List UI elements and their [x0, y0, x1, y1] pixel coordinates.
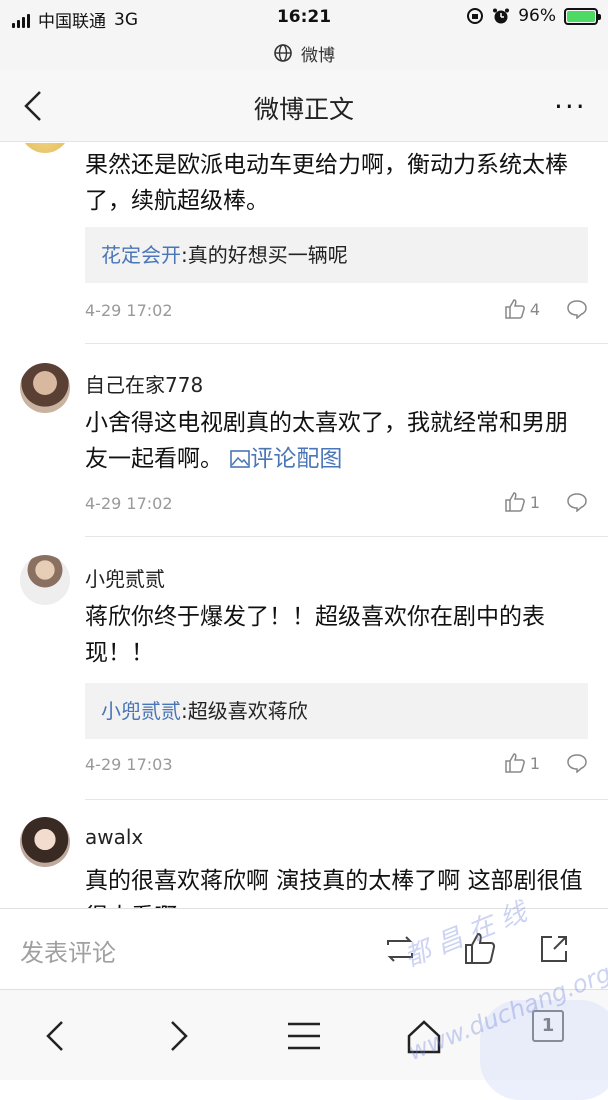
- globe-icon: [274, 44, 292, 62]
- like-count: 1: [529, 753, 540, 773]
- quote-username[interactable]: 花定会开: [101, 243, 181, 267]
- like-button[interactable]: 1: [504, 492, 540, 512]
- divider: [85, 799, 608, 800]
- browser-back-icon[interactable]: [36, 1016, 76, 1056]
- like-button[interactable]: 4: [504, 299, 540, 319]
- more-menu-button[interactable]: ···: [554, 90, 590, 123]
- comment-list: 果然还是欧派电动车更给力啊，衡动力系统太棒了，续航超级棒。 花定会开:真的好想买…: [0, 143, 608, 908]
- like-count: 1: [529, 492, 540, 512]
- battery-percent: 96%: [518, 6, 556, 26]
- quote-text: :超级喜欢蒋欣: [181, 699, 308, 723]
- site-title: 微博: [301, 45, 335, 66]
- comment-time: 4-29 17:02: [85, 301, 173, 320]
- reply-icon[interactable]: [566, 753, 588, 773]
- like-count: 4: [529, 299, 540, 319]
- status-bar: 中国联通 3G 16:21 96%: [0, 0, 608, 36]
- thumbs-up-icon: [505, 299, 525, 319]
- comment-time: 4-29 17:02: [85, 494, 173, 513]
- avatar[interactable]: [20, 555, 70, 605]
- reply-icon[interactable]: [566, 299, 588, 319]
- share-icon[interactable]: [536, 931, 572, 967]
- reply-icon[interactable]: [566, 492, 588, 512]
- nav-bar: 微博正文 ···: [0, 70, 608, 142]
- like-button[interactable]: 1: [504, 753, 540, 773]
- avatar[interactable]: [20, 817, 70, 867]
- page-title: 微博正文: [253, 95, 354, 124]
- comment-username[interactable]: awalx: [85, 825, 143, 849]
- thumbs-up-icon: [505, 753, 525, 773]
- avatar[interactable]: [20, 143, 70, 153]
- image-icon: [230, 450, 251, 468]
- comment-text: 果然还是欧派电动车更给力啊，衡动力系统太棒了，续航超级棒。: [85, 152, 568, 214]
- browser-forward-icon[interactable]: [158, 1016, 198, 1056]
- comment-username[interactable]: 自己在家778: [85, 369, 203, 398]
- divider: [85, 343, 608, 344]
- battery-icon: [564, 7, 601, 25]
- comment-text: 蒋欣你终于爆发了！！超级喜欢你在剧中的表现！！: [85, 604, 545, 666]
- divider: [85, 536, 608, 537]
- thumbs-up-icon: [505, 492, 525, 512]
- orientation-lock-icon: [467, 8, 484, 24]
- comment-image-link[interactable]: 评论配图: [230, 446, 342, 472]
- reply-quote[interactable]: 花定会开:真的好想买一辆呢: [85, 227, 588, 283]
- alarm-icon: [493, 8, 510, 24]
- status-right: 96%: [466, 6, 601, 26]
- reply-quote[interactable]: 小兜贰贰:超级喜欢蒋欣: [85, 683, 588, 739]
- comment-input[interactable]: 发表评论: [20, 933, 116, 968]
- quote-text: :真的好想买一辆呢: [181, 243, 348, 267]
- quote-username[interactable]: 小兜贰贰: [101, 699, 181, 723]
- avatar[interactable]: [20, 363, 70, 413]
- menu-icon[interactable]: [284, 1016, 324, 1056]
- comment-username[interactable]: 小兜贰贰: [85, 563, 165, 592]
- site-bar[interactable]: 微博: [0, 36, 608, 70]
- comment-text: 小舍得这电视剧真的太喜欢了，我就经常和男朋友一起看啊。 评论配图: [85, 410, 568, 472]
- comment-time: 4-29 17:03: [85, 755, 173, 774]
